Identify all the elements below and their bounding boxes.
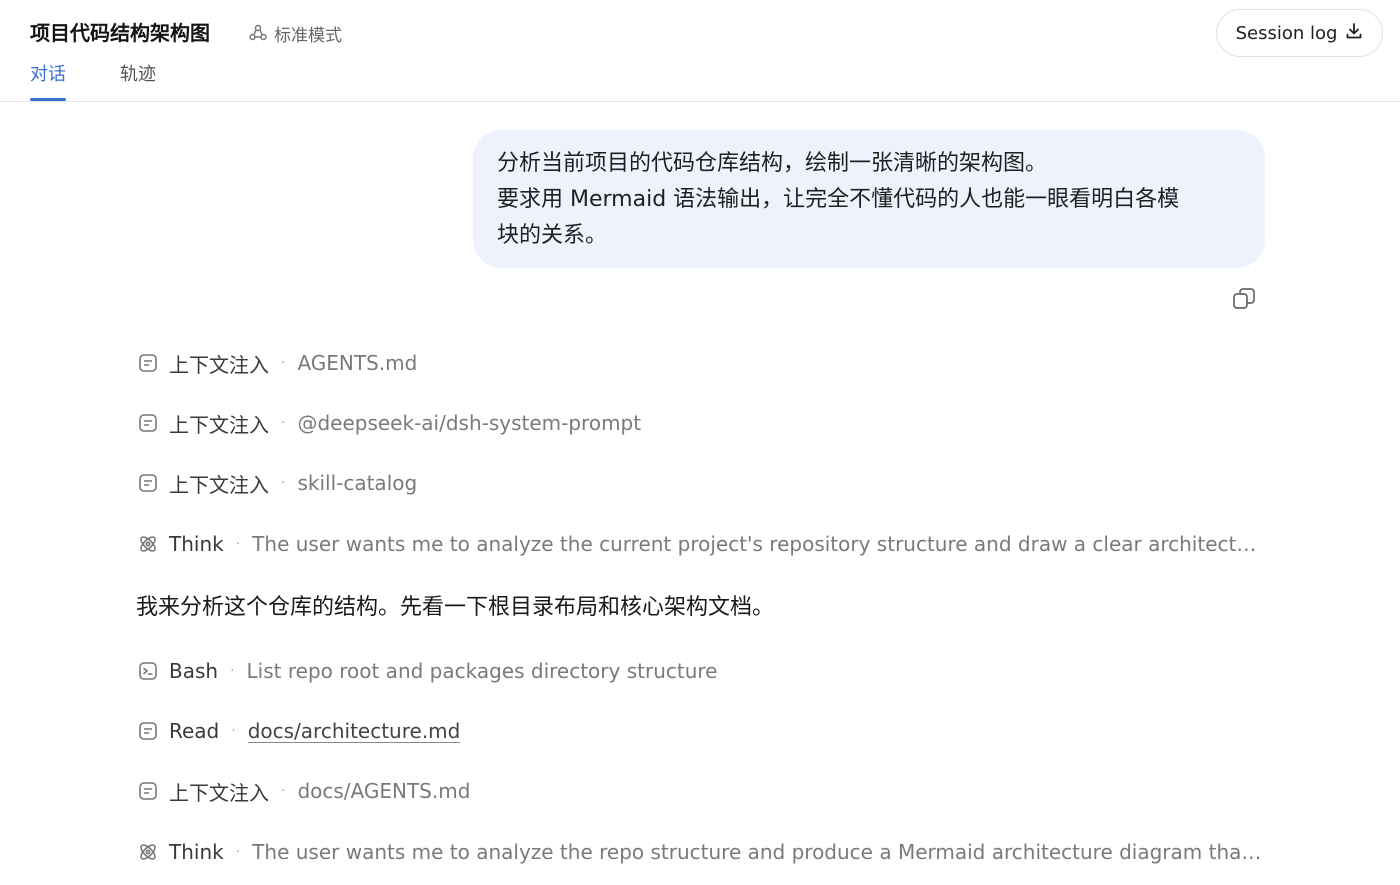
mode-label: 标准模式 (274, 25, 342, 46)
user-message-line: 块的关系。 (497, 223, 608, 248)
user-message-bubble: 分析当前项目的代码仓库结构，绘制一张清晰的架构图。 要求用 Mermaid 语法… (473, 130, 1265, 268)
step-context-injection[interactable]: 上下文注入 · docs/AGENTS.md (137, 776, 1262, 806)
separator-dot: · (281, 355, 286, 371)
step-detail: List repo root and packages directory st… (246, 659, 718, 683)
tab-conversation[interactable]: 对话 (30, 60, 66, 102)
terminal-icon (137, 660, 159, 682)
step-think[interactable]: Think · The user wants me to analyze the… (137, 837, 1262, 867)
page-title: 项目代码结构架构图 (30, 21, 210, 45)
session-log-label: Session log (1235, 22, 1338, 44)
header-bar: 项目代码结构架构图 标准模式 Session log 对话 轨迹 (0, 0, 1400, 102)
step-context-injection[interactable]: 上下文注入 · @deepseek-ai/dsh-system-prompt (137, 408, 1262, 438)
separator-dot: · (281, 475, 286, 491)
separator-dot: · (235, 844, 241, 860)
step-detail: docs/AGENTS.md (297, 779, 471, 803)
tab-trajectory[interactable]: 轨迹 (120, 60, 156, 102)
separator-dot: · (235, 536, 241, 552)
document-icon (137, 780, 159, 802)
document-icon (137, 352, 159, 374)
step-bash[interactable]: Bash · List repo root and packages direc… (137, 656, 1262, 686)
step-label: Read (169, 719, 220, 743)
step-context-injection[interactable]: 上下文注入 · AGENTS.md (137, 348, 1262, 378)
step-detail: The user wants me to analyze the current… (252, 532, 1262, 556)
separator-dot: · (230, 663, 235, 679)
step-think[interactable]: Think · The user wants me to analyze the… (137, 529, 1262, 559)
step-label: 上下文注入 (169, 352, 269, 377)
separator-dot: · (231, 723, 236, 739)
user-message-line: 分析当前项目的代码仓库结构，绘制一张清晰的架构图。 (497, 151, 1048, 176)
assistant-message: 我来分析这个仓库的结构。先看一下根目录布局和核心架构文档。 (136, 595, 775, 620)
mode-icon (248, 23, 268, 43)
step-label: 上下文注入 (169, 780, 269, 805)
separator-dot: · (281, 783, 286, 799)
user-message-line: 要求用 Mermaid 语法输出，让完全不懂代码的人也能一眼看明白各模 (497, 187, 1180, 212)
step-detail: AGENTS.md (297, 351, 418, 375)
document-icon (137, 412, 159, 434)
document-icon (137, 720, 159, 742)
mode-indicator[interactable]: 标准模式 (248, 20, 342, 46)
step-label: Think (169, 840, 224, 864)
document-icon (137, 472, 159, 494)
step-detail: @deepseek-ai/dsh-system-prompt (297, 411, 642, 435)
step-detail: The user wants me to analyze the repo st… (252, 840, 1262, 864)
think-icon (137, 841, 159, 863)
file-link[interactable]: docs/architecture.md (248, 719, 461, 743)
step-detail: skill-catalog (297, 471, 418, 495)
session-log-button[interactable]: Session log (1216, 9, 1383, 57)
step-context-injection[interactable]: 上下文注入 · skill-catalog (137, 468, 1262, 498)
tab-bar: 对话 轨迹 (30, 60, 210, 102)
download-icon (1345, 22, 1363, 45)
step-read[interactable]: Read · docs/architecture.md (137, 716, 1262, 746)
think-icon (137, 533, 159, 555)
step-label: 上下文注入 (169, 472, 269, 497)
step-label: Think (169, 532, 224, 556)
step-label: 上下文注入 (169, 412, 269, 437)
step-label: Bash (169, 659, 219, 683)
separator-dot: · (281, 415, 286, 431)
copy-icon[interactable] (1231, 286, 1257, 312)
